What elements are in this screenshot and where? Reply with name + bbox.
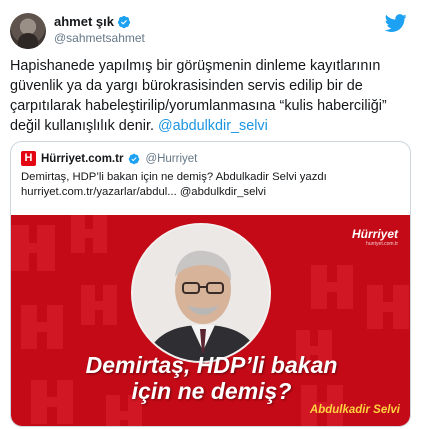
twitter-bird-icon[interactable] — [385, 12, 407, 34]
avatar[interactable] — [10, 13, 46, 49]
quote-author-name[interactable]: Hürriyet.com.tr — [41, 153, 123, 165]
quoted-tweet-card[interactable]: H Hürriyet.com.tr @Hurriyet Demirtaş, HD… — [10, 141, 411, 427]
name-row: ahmet şık — [54, 14, 145, 29]
portrait-icon — [133, 225, 269, 361]
display-name[interactable]: ahmet şık — [54, 14, 114, 29]
verified-badge-icon — [129, 153, 140, 164]
author-block: ahmet şık @sahmetsahmet — [54, 14, 145, 45]
quote-text: Demirtaş, HDP’li bakan için ne demiş? Ab… — [11, 166, 410, 200]
headline-line-1: Demirtaş, HDP’li bakan — [85, 352, 338, 378]
headline-line-2: için ne demiş? — [131, 378, 292, 404]
mention-link[interactable]: @abdulkdir_selvi — [158, 118, 268, 134]
hurriyet-brand-logo: Hürriyet — [351, 227, 398, 241]
author-portrait — [131, 223, 271, 363]
tweet-header: ahmet şık @sahmetsahmet — [10, 10, 411, 50]
columnist-name: Abdulkadir Selvi — [309, 404, 400, 416]
quote-media-image[interactable]: Hürriyet hurriyet.com.tr Demirtaş, HDP’l… — [11, 215, 410, 426]
hurriyet-brand-sub: hurriyet.com.tr — [366, 241, 398, 247]
user-handle[interactable]: @sahmetsahmet — [54, 31, 145, 45]
verified-badge-icon — [117, 15, 131, 28]
tweet-text: Hapishanede yapılmış bir görüşmenin dinl… — [10, 56, 411, 136]
hurriyet-logo-icon: H — [21, 151, 36, 166]
quote-line-2[interactable]: hurriyet.com.tr/yazarlar/abdul... @abdul… — [21, 185, 400, 200]
quote-header: H Hürriyet.com.tr @Hurriyet — [11, 142, 410, 166]
media-headline: Demirtaş, HDP’li bakan için ne demiş? — [11, 352, 410, 404]
quote-author-handle[interactable]: @Hurriyet — [145, 153, 197, 165]
quote-line-1: Demirtaş, HDP’li bakan için ne demiş? Ab… — [21, 171, 327, 183]
